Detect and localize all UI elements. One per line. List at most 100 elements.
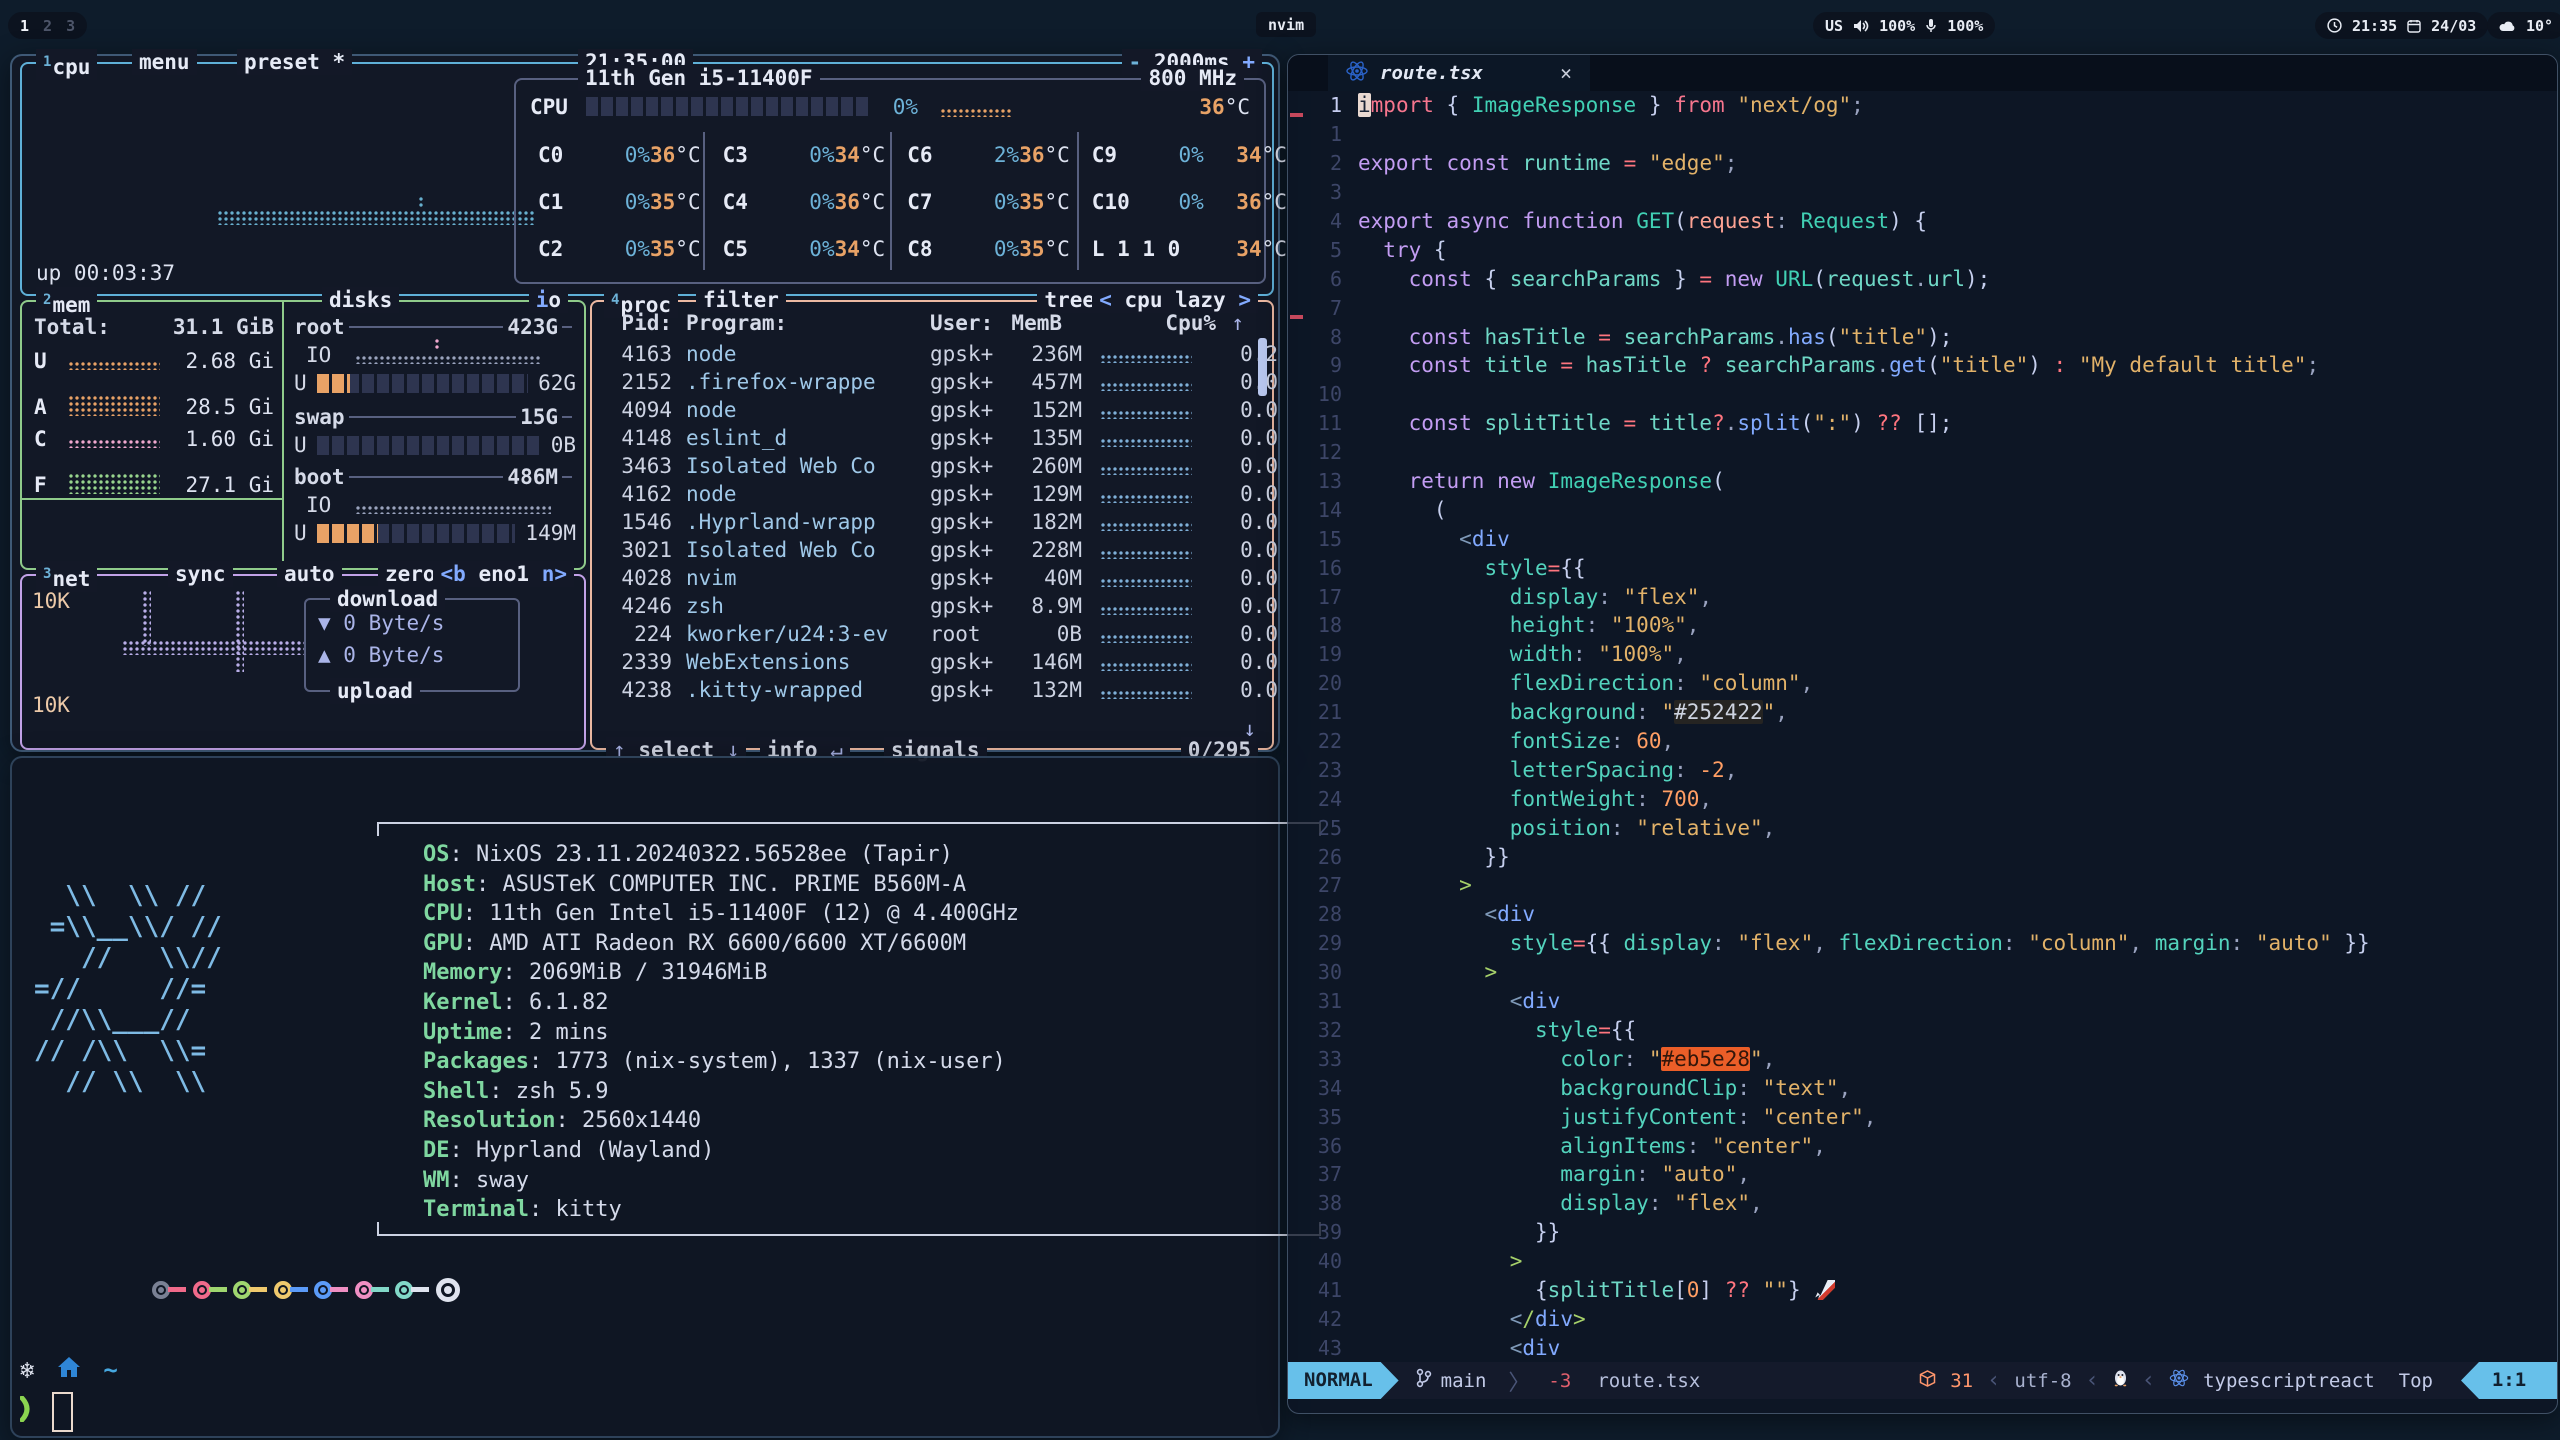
tray-clock-pill[interactable]: 21:35 24/03 <box>2315 12 2488 39</box>
workspace-number[interactable]: 2 <box>43 17 52 35</box>
line-number: 24 <box>1288 787 1358 811</box>
line-number: 2 <box>1288 151 1358 175</box>
workspace-number[interactable]: 3 <box>66 17 75 35</box>
mem-row: F 27.1 Gi <box>22 454 282 500</box>
nvim-cmdline[interactable] <box>1288 1399 2557 1413</box>
code-text: <div <box>1358 527 1510 551</box>
tray-weather-pill[interactable]: 10° <box>2487 12 2560 39</box>
weather-icon <box>2499 19 2516 32</box>
process-row[interactable]: 4246 zsh gpsk+ 8.9M 0.0 <box>598 592 1278 620</box>
cpu-core-cell: C4 0% 36°C <box>711 179 896 226</box>
line-number: 6 <box>1288 267 1358 291</box>
cpu-model: 11th Gen i5-11400F <box>578 65 820 91</box>
line-number: 5 <box>1288 238 1358 262</box>
shell-prompt[interactable]: ❄ ~ <box>20 1356 118 1432</box>
code-line: 1 import { ImageResponse } from "next/og… <box>1288 91 2557 120</box>
palette-dot <box>436 1278 460 1302</box>
workspace-number[interactable]: 1 <box>20 17 29 35</box>
code-line: 16 style={{ <box>1288 553 2557 582</box>
net-graph-spike2 <box>235 590 244 672</box>
code-text: export const runtime = "edge"; <box>1358 151 1737 175</box>
code-line: 39 }} <box>1288 1218 2557 1247</box>
download-label: download <box>330 586 445 612</box>
mem-row: C 1.60 Gi <box>22 422 282 454</box>
cpu-total-label: CPU <box>530 94 568 120</box>
code-text: }} <box>1358 1220 1560 1244</box>
process-row[interactable]: 224 kworker/u24:3-ev root 0B 0.0 <box>598 620 1278 648</box>
code-text: return new ImageResponse( <box>1358 469 1725 493</box>
net-interface-switcher[interactable]: <b eno1 n> <box>433 561 574 587</box>
os-linux-icon <box>2113 1369 2128 1392</box>
code-line: 21 background: "#252422", <box>1288 698 2557 727</box>
line-number: 15 <box>1288 527 1358 551</box>
code-line: 36 alignItems: "center", <box>1288 1131 2557 1160</box>
nvim-tab-active[interactable]: route.tsx × <box>1328 55 1590 91</box>
palette-connector <box>330 1287 348 1292</box>
cpu-frequency: 800 MHz <box>1141 65 1244 91</box>
line-number: 34 <box>1288 1076 1358 1100</box>
code-line: 11 const splitTitle = title?.split(":") … <box>1288 409 2557 438</box>
git-branch-name[interactable]: main <box>1441 1370 1487 1392</box>
line-number: 1 <box>1288 93 1358 117</box>
terminal-btop: 1cpu menu preset * 21:35:00 - 2000ms + u… <box>10 54 1280 752</box>
workspace-switcher[interactable]: 123 <box>8 12 87 39</box>
mem-row-graph <box>68 361 160 370</box>
download-speed: ▼ 0 Byte/s <box>318 611 444 635</box>
terminal-fastfetch: \\ \\ // =\\__\\/ // // \\//=// //= //\\… <box>10 756 1280 1438</box>
process-row[interactable]: 3463 Isolated Web Co gpsk+ 260M 0.0 <box>598 452 1278 480</box>
line-number: 7 <box>1288 296 1358 320</box>
line-number: 20 <box>1288 671 1358 695</box>
process-row[interactable]: 4148 eslint_d gpsk+ 135M 0.0 <box>598 424 1278 452</box>
fetch-entry: Terminal: kitty <box>423 1195 1019 1225</box>
code-line: 3 <box>1288 178 2557 207</box>
line-number: 30 <box>1288 960 1358 984</box>
process-row[interactable]: 1546 .Hyprland-wrapp gpsk+ 182M 0.0 <box>598 508 1278 536</box>
proc-scrollbar[interactable] <box>1258 338 1267 396</box>
code-line: 31 <div <box>1288 987 2557 1016</box>
code-line: 10 <box>1288 380 2557 409</box>
btop-cpu-panel: 1cpu menu preset * 21:35:00 - 2000ms + u… <box>20 62 1274 296</box>
code-text: display: "flex", <box>1358 1191 1763 1215</box>
line-number: 26 <box>1288 845 1358 869</box>
fetch-entry: DE: Hyprland (Wayland) <box>423 1136 1019 1166</box>
tab-title: route.tsx <box>1380 62 1483 84</box>
line-number: 27 <box>1288 873 1358 897</box>
process-row[interactable]: 4094 node gpsk+ 152M 0.0 <box>598 396 1278 424</box>
cpu-core-box: 11th Gen i5-11400F 800 MHz CPU 0% 36°C C… <box>514 78 1266 284</box>
code-text: style={{ <box>1358 556 1586 580</box>
process-row[interactable]: 4163 node gpsk+ 236M 0.2 <box>598 340 1278 368</box>
process-row[interactable]: 4238 .kitty-wrapped gpsk+ 132M 0.0 <box>598 676 1278 704</box>
cpu-core-cell: C10 0% 36°C <box>1080 179 1297 226</box>
mic-level: 100% <box>1947 17 1983 35</box>
code-line: 35 justifyContent: "center", <box>1288 1102 2557 1131</box>
tray-audio-pill[interactable]: US 100% 100% <box>1813 12 1995 39</box>
btop-preset-button[interactable]: preset * <box>237 49 352 75</box>
terminal-cursor[interactable] <box>52 1392 73 1432</box>
btop-menu-button[interactable]: menu <box>132 49 197 75</box>
process-row[interactable]: 4162 node gpsk+ 129M 0.0 <box>598 480 1278 508</box>
net-auto-button[interactable]: auto <box>277 561 342 587</box>
code-line: 27 > <box>1288 871 2557 900</box>
code-text: > <box>1358 960 1497 984</box>
code-text: margin: "auto", <box>1358 1162 1750 1186</box>
filetype-label: typescriptreact <box>2203 1370 2375 1392</box>
process-row[interactable]: 2339 WebExtensions gpsk+ 146M 0.0 <box>598 648 1278 676</box>
process-row[interactable]: 3021 Isolated Web Co gpsk+ 228M 0.0 <box>598 536 1278 564</box>
mic-icon <box>1925 18 1937 33</box>
sort-direction-icon[interactable]: ↑ <box>1231 310 1244 336</box>
code-text: > <box>1358 873 1472 897</box>
net-sync-button[interactable]: sync <box>168 561 233 587</box>
cpu-temp-graph <box>940 108 1012 117</box>
tab-close-button[interactable]: × <box>1560 61 1572 85</box>
code-text: ( <box>1358 498 1447 522</box>
separator: 〉 <box>1508 1365 1530 1397</box>
process-row[interactable]: 2152 .firefox-wrappe gpsk+ 457M 0.0 <box>598 368 1278 396</box>
cpu-core-cell: C0 0% 36°C <box>526 132 711 179</box>
keyboard-layout[interactable]: US <box>1825 17 1843 35</box>
process-row[interactable]: 4028 nvim gpsk+ 40M 0.0 <box>598 564 1278 592</box>
code-buffer[interactable]: 1 import { ImageResponse } from "next/og… <box>1288 91 2557 1362</box>
fetch-entry: CPU: 11th Gen Intel i5-11400F (12) @ 4.4… <box>423 899 1019 929</box>
fetch-entry: WM: sway <box>423 1166 1019 1196</box>
line-number: 29 <box>1288 931 1358 955</box>
code-line: 6 const { searchParams } = new URL(reque… <box>1288 264 2557 293</box>
